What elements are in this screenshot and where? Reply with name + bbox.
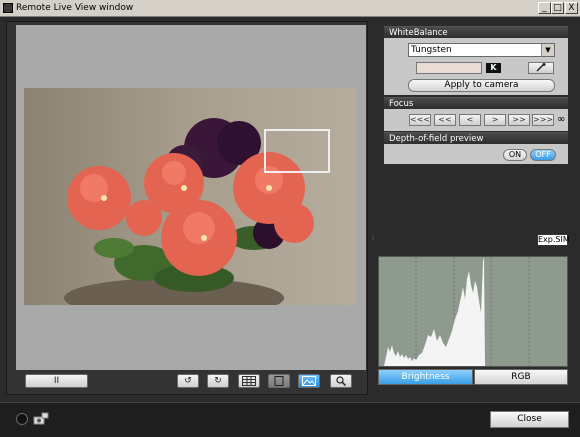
window-title: Remote Live View window xyxy=(16,3,134,13)
focus-near-medium-button[interactable]: << xyxy=(434,114,456,126)
camera-glyph xyxy=(33,412,49,425)
grid-icon[interactable] xyxy=(238,374,260,388)
chevron-down-icon: ▼ xyxy=(541,44,554,56)
rotate-right-icon[interactable]: ↻ xyxy=(207,374,229,388)
dof-on-button[interactable]: ON xyxy=(503,149,527,161)
dof-header: Depth-of-field preview xyxy=(384,132,568,144)
white-balance-value: Tungsten xyxy=(411,45,452,55)
zoom-icon[interactable] xyxy=(330,374,352,388)
infinity-icon: ∞ xyxy=(557,114,566,125)
focus-near-large-button[interactable]: <<< xyxy=(409,114,431,126)
white-balance-header: WhiteBalance xyxy=(384,26,568,38)
focus-far-medium-button[interactable]: >> xyxy=(508,114,530,126)
brightness-tab[interactable]: Brightness xyxy=(378,369,473,385)
pause-button[interactable]: II xyxy=(25,374,88,388)
record-icon[interactable] xyxy=(16,413,28,425)
maximize-button[interactable]: □ xyxy=(551,2,564,14)
focus-header: Focus xyxy=(384,97,568,109)
kelvin-badge: K xyxy=(486,63,501,73)
focus-frame[interactable] xyxy=(264,129,330,173)
dof-off-button[interactable]: OFF xyxy=(530,149,556,161)
magnifier-glyph xyxy=(336,376,347,387)
histogram-graph xyxy=(384,257,530,366)
eyedropper-glyph xyxy=(536,63,546,72)
app-icon xyxy=(3,3,13,13)
histogram xyxy=(378,256,568,367)
kelvin-input[interactable] xyxy=(416,62,482,74)
exp-sim-badge: Exp.SIM xyxy=(537,234,570,246)
rgb-tab[interactable]: RGB xyxy=(474,369,568,385)
close-window-button[interactable]: X xyxy=(565,2,578,14)
apply-to-camera-button[interactable]: Apply to camera xyxy=(408,79,555,92)
minimize-button[interactable]: _ xyxy=(538,2,551,14)
focus-near-small-button[interactable]: < xyxy=(459,114,481,126)
live-view-image[interactable] xyxy=(24,88,356,305)
panel-splitter[interactable]: ⁞ xyxy=(372,234,377,242)
focus-far-small-button[interactable]: > xyxy=(484,114,506,126)
aspect-glyph xyxy=(274,376,284,386)
aspect-ratio-icon[interactable] xyxy=(268,374,290,388)
grid-glyph xyxy=(242,376,256,386)
focus-far-large-button[interactable]: >>> xyxy=(532,114,554,126)
title-bar: Remote Live View window _ □ X xyxy=(0,0,580,17)
camera-icon[interactable] xyxy=(33,412,49,426)
eyedropper-icon[interactable] xyxy=(528,62,554,74)
close-button[interactable]: Close xyxy=(490,411,569,428)
focus-frame-toggle-icon[interactable] xyxy=(298,374,320,388)
image-glyph xyxy=(302,376,316,386)
flower-photo xyxy=(24,88,356,305)
rotate-left-icon[interactable]: ↺ xyxy=(177,374,199,388)
white-balance-select[interactable]: Tungsten ▼ xyxy=(408,43,555,57)
